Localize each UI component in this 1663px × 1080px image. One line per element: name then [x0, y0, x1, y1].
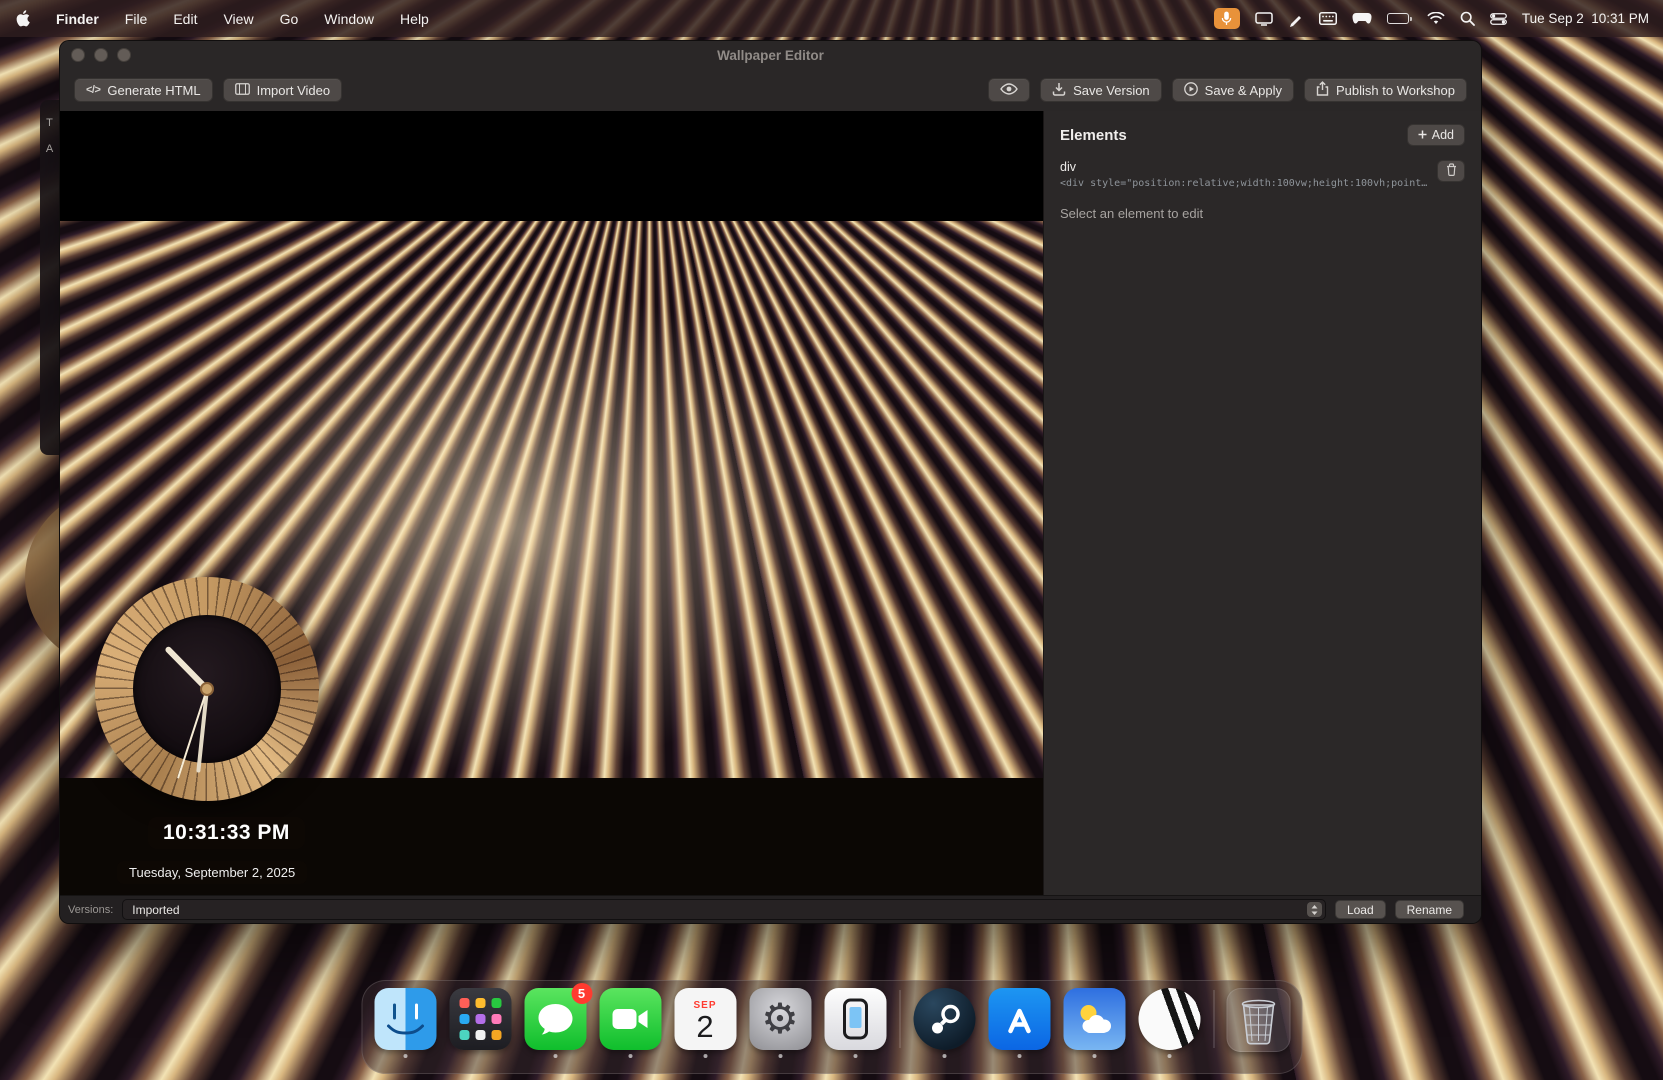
wallpaper-engine-icon — [1138, 988, 1200, 1050]
menu-go[interactable]: Go — [280, 11, 299, 27]
preview-eye-button[interactable] — [988, 78, 1030, 102]
toolbar: </> Generate HTML Import Video Save Vers… — [60, 69, 1481, 111]
running-indicator — [778, 1054, 782, 1058]
digital-time: 10:31:33 PM — [148, 817, 305, 849]
title-bar[interactable]: Wallpaper Editor — [60, 41, 1481, 69]
dock-item-settings[interactable]: ⚙ — [749, 988, 811, 1058]
running-indicator — [628, 1054, 632, 1058]
facetime-icon — [599, 988, 661, 1050]
dock-item-messages[interactable]: 5 — [524, 988, 586, 1058]
running-indicator — [1017, 1054, 1021, 1058]
dock-item-wallpaper-engine[interactable] — [1138, 988, 1200, 1058]
background-window-letter: T — [40, 110, 59, 136]
wifi-icon[interactable] — [1427, 12, 1445, 25]
publish-workshop-button[interactable]: Publish to Workshop — [1304, 78, 1467, 102]
menu-window[interactable]: Window — [324, 11, 374, 27]
settings-gear-icon: ⚙ — [749, 988, 811, 1050]
background-window-edge: T A — [40, 100, 59, 455]
element-tag: div — [1060, 160, 1465, 174]
battery-icon[interactable] — [1387, 13, 1412, 24]
select-chevrons-icon — [1307, 902, 1322, 917]
steam-icon — [913, 988, 975, 1050]
add-element-button[interactable]: Add — [1407, 124, 1465, 146]
save-apply-button[interactable]: Save & Apply — [1172, 78, 1294, 102]
running-indicator — [1092, 1054, 1096, 1058]
menu-bar: Finder File Edit View Go Window Help — [0, 0, 1663, 37]
launchpad-icon — [449, 988, 511, 1050]
versions-bar: Versions: Imported Load Rename — [60, 895, 1481, 923]
game-controller-icon[interactable] — [1352, 12, 1372, 25]
trash-basket-icon — [1226, 988, 1290, 1052]
dock-separator — [899, 990, 900, 1048]
dock-separator — [1213, 990, 1214, 1048]
element-list-item[interactable]: div <div style="position:relative;width:… — [1060, 160, 1465, 191]
menu-edit[interactable]: Edit — [173, 11, 197, 27]
versions-select[interactable]: Imported — [122, 899, 1326, 920]
messages-icon: 5 — [524, 988, 586, 1050]
calendar-icon: SEP 2 — [674, 988, 736, 1050]
finder-icon — [374, 988, 436, 1050]
film-icon — [235, 83, 250, 98]
background-window-letter: A — [40, 136, 59, 162]
dock-item-launchpad[interactable] — [449, 988, 511, 1058]
dock-item-calendar[interactable]: SEP 2 — [674, 988, 736, 1058]
running-indicator — [853, 1054, 857, 1058]
plus-icon — [1418, 128, 1427, 142]
generate-html-button[interactable]: </> Generate HTML — [74, 78, 213, 102]
element-code-snippet: <div style="position:relative;width:100v… — [1060, 177, 1428, 191]
menubar-clock[interactable]: Tue Sep 2 10:31 PM — [1522, 11, 1649, 26]
menubar-app-name[interactable]: Finder — [56, 11, 99, 27]
elements-panel-title: Elements — [1060, 127, 1127, 144]
digital-date: Tuesday, September 2, 2025 — [117, 861, 307, 884]
code-icon: </> — [86, 84, 100, 96]
dock: 5 SEP 2 ⚙ — [361, 980, 1302, 1074]
running-indicator — [942, 1054, 946, 1058]
import-video-button[interactable]: Import Video — [223, 78, 342, 102]
versions-label: Versions: — [68, 904, 113, 916]
save-icon — [1052, 82, 1066, 99]
control-center-icon[interactable] — [1490, 13, 1507, 25]
apple-icon[interactable] — [16, 10, 30, 27]
iphone-icon — [824, 988, 886, 1050]
microphone-status-icon[interactable] — [1214, 8, 1240, 29]
eye-icon — [1000, 83, 1018, 98]
window-title: Wallpaper Editor — [60, 48, 1481, 63]
search-icon[interactable] — [1460, 11, 1475, 26]
dock-item-trash[interactable] — [1227, 988, 1289, 1060]
delete-element-button[interactable] — [1437, 160, 1465, 182]
display-icon[interactable] — [1255, 12, 1273, 26]
wallpaper-preview[interactable]: 10:31:33 PM Tuesday, September 2, 2025 — [60, 111, 1043, 895]
elements-panel: Elements Add div <div style="position:re… — [1043, 111, 1481, 895]
menu-help[interactable]: Help — [400, 11, 429, 27]
dock-item-weather[interactable] — [1063, 988, 1125, 1058]
share-icon — [1316, 81, 1329, 99]
trash-icon — [1446, 163, 1457, 179]
clock-center-cap — [200, 682, 214, 696]
dock-item-finder[interactable] — [374, 988, 436, 1058]
versions-selected-value: Imported — [132, 903, 179, 917]
app-store-icon — [988, 988, 1050, 1050]
keyboard-icon[interactable] — [1319, 12, 1337, 25]
wallpaper-editor-window: Wallpaper Editor </> Generate HTML Impor… — [59, 40, 1482, 924]
pen-icon[interactable] — [1288, 11, 1304, 27]
dock-item-iphone-mirroring[interactable] — [824, 988, 886, 1058]
messages-badge: 5 — [571, 983, 592, 1004]
rename-button[interactable]: Rename — [1395, 900, 1464, 919]
dock-item-steam[interactable] — [913, 988, 975, 1058]
play-circle-icon — [1184, 82, 1198, 99]
weather-icon — [1063, 988, 1125, 1050]
running-indicator — [403, 1054, 407, 1058]
running-indicator — [553, 1054, 557, 1058]
menu-view[interactable]: View — [223, 11, 253, 27]
dock-item-facetime[interactable] — [599, 988, 661, 1058]
panel-hint: Select an element to edit — [1060, 206, 1465, 221]
analog-clock-widget — [95, 577, 319, 801]
running-indicator — [703, 1054, 707, 1058]
load-button[interactable]: Load — [1335, 900, 1386, 919]
calendar-day: 2 — [696, 1011, 713, 1044]
save-version-button[interactable]: Save Version — [1040, 78, 1162, 102]
dock-item-app-store[interactable] — [988, 988, 1050, 1058]
running-indicator — [1167, 1054, 1171, 1058]
menu-file[interactable]: File — [125, 11, 148, 27]
